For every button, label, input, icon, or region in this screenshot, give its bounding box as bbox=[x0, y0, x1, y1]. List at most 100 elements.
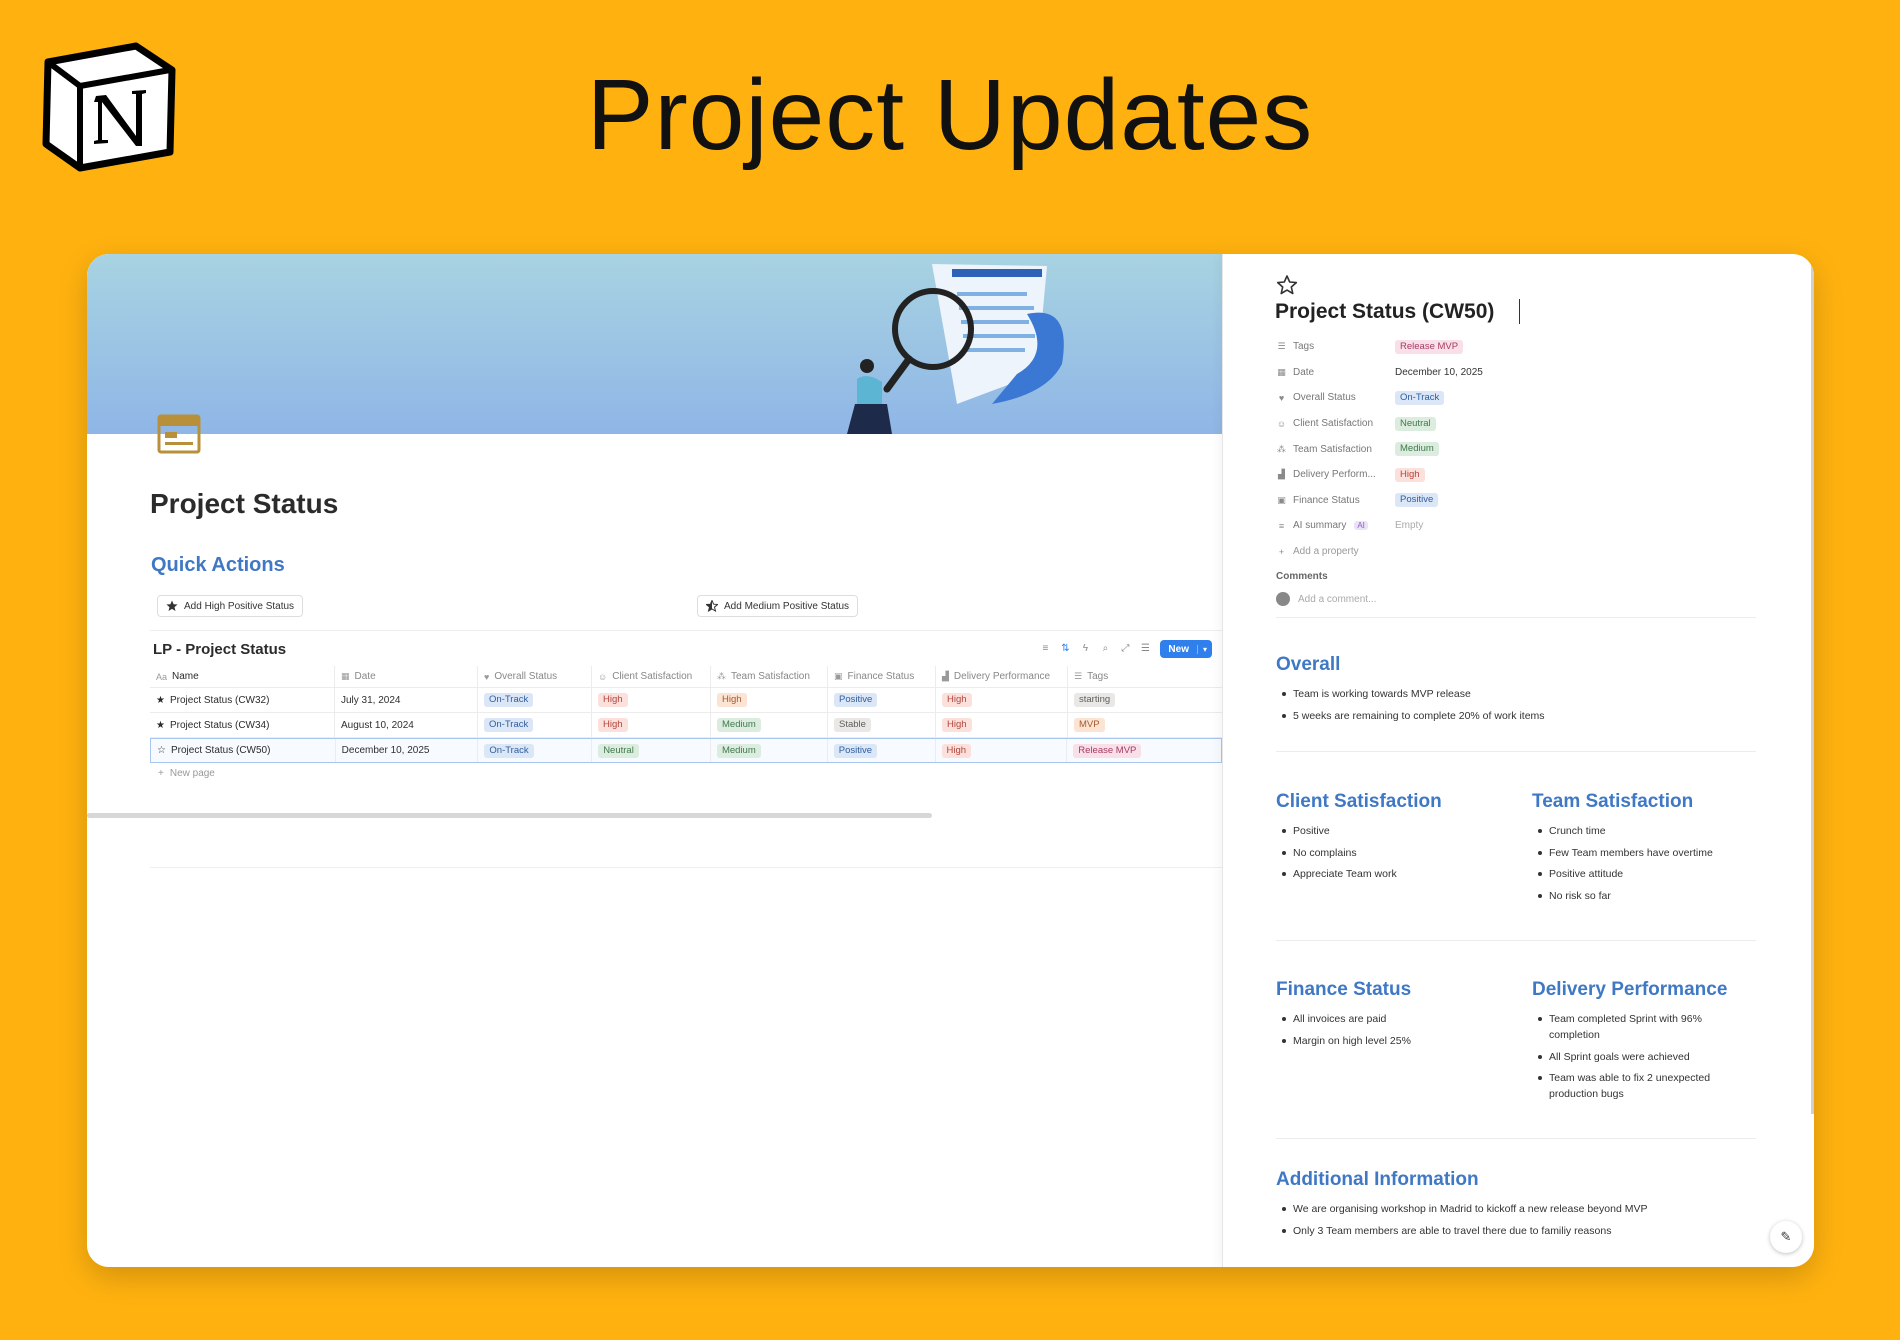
divider bbox=[1276, 751, 1756, 752]
star-half-icon bbox=[706, 600, 718, 612]
cell-overall[interactable]: On-Track bbox=[478, 713, 592, 737]
list-item: Crunch time bbox=[1532, 823, 1762, 839]
avatar bbox=[1276, 592, 1290, 606]
column-header-team[interactable]: ⁂ Team Satisfaction bbox=[711, 666, 828, 687]
new-button[interactable]: New ▾ bbox=[1160, 640, 1212, 658]
add-property-button[interactable]: + Add a property bbox=[1276, 539, 1756, 565]
property-ai-summary[interactable]: ≡ AI summary AI Empty bbox=[1276, 513, 1756, 539]
cell-delivery[interactable]: High bbox=[936, 739, 1068, 762]
cell-client[interactable]: High bbox=[592, 688, 711, 712]
status-pill: Neutral bbox=[1395, 416, 1436, 431]
overall-list: Team is working towards MVP release 5 we… bbox=[1276, 686, 1746, 729]
property-finance-status[interactable]: ▣ Finance Status Positive bbox=[1276, 488, 1756, 514]
smiley-icon: ☺ bbox=[598, 671, 608, 682]
search-icon[interactable]: ⌕ bbox=[1100, 644, 1110, 654]
ai-assistant-icon[interactable]: ✎ bbox=[1770, 1221, 1802, 1253]
add-medium-positive-button[interactable]: Add Medium Positive Status bbox=[697, 595, 859, 617]
column-header-delivery[interactable]: ▟ Delivery Performance bbox=[936, 666, 1068, 687]
chevron-down-icon[interactable]: ▾ bbox=[1196, 644, 1212, 654]
section-heading-overall: Overall bbox=[1276, 654, 1341, 675]
ai-badge: AI bbox=[1354, 521, 1368, 531]
property-team-satisfaction[interactable]: ⁂ Team Satisfaction Medium bbox=[1276, 436, 1756, 462]
sort-icon[interactable]: ⇅ bbox=[1060, 644, 1070, 654]
cell-team[interactable]: Medium bbox=[711, 739, 828, 762]
database-page: Project Status Quick Actions Add High Po… bbox=[87, 254, 1222, 1267]
status-pill: On-Track bbox=[484, 743, 534, 758]
cell-delivery[interactable]: High bbox=[936, 713, 1068, 737]
cell-date[interactable]: July 31, 2024 bbox=[335, 688, 478, 712]
horizontal-scrollbar[interactable] bbox=[87, 813, 932, 818]
database-title[interactable]: LP - Project Status bbox=[153, 641, 286, 658]
property-tags[interactable]: ☰ Tags Release MVP bbox=[1276, 334, 1756, 360]
cell-tags[interactable]: Release MVP bbox=[1067, 739, 1221, 762]
column-header-name[interactable]: Aa Name bbox=[150, 666, 335, 687]
cell-finance[interactable]: Positive bbox=[828, 739, 936, 762]
property-overall-status[interactable]: ♥ Overall Status On-Track bbox=[1276, 385, 1756, 411]
status-pill: High bbox=[942, 693, 972, 707]
automation-icon[interactable]: ϟ bbox=[1080, 644, 1090, 654]
page-cover[interactable] bbox=[87, 254, 1222, 434]
new-page-button[interactable]: + New page bbox=[158, 768, 215, 779]
settings-icon[interactable]: ☰ bbox=[1140, 644, 1150, 654]
comments-label: Comments bbox=[1276, 571, 1328, 582]
money-icon: ▣ bbox=[1277, 494, 1286, 505]
cell-overall[interactable]: On-Track bbox=[478, 739, 593, 762]
list-item: Appreciate Team work bbox=[1276, 866, 1496, 882]
star-half-icon: ☆ bbox=[157, 745, 166, 756]
list-item: Positive attitude bbox=[1532, 866, 1762, 882]
property-list: ☰ Tags Release MVP ▦ Date December 10, 202… bbox=[1276, 334, 1756, 564]
cell-date[interactable]: December 10, 2025 bbox=[336, 739, 479, 762]
property-date[interactable]: ▦ Date December 10, 2025 bbox=[1276, 360, 1756, 386]
database-table: Aa Name ▦ Date ♥ Overall Status ☺ Client Sat… bbox=[150, 666, 1222, 763]
cell-team[interactable]: Medium bbox=[711, 713, 828, 737]
expand-icon[interactable]: ⤢ bbox=[1120, 644, 1130, 654]
cell-finance[interactable]: Stable bbox=[828, 713, 936, 737]
comment-input[interactable]: Add a comment... bbox=[1276, 592, 1376, 606]
list-item: Team is working towards MVP release bbox=[1276, 686, 1746, 702]
page-layout-icon[interactable] bbox=[157, 414, 201, 454]
property-client-satisfaction[interactable]: ☺ Client Satisfaction Neutral bbox=[1276, 411, 1756, 437]
cell-date[interactable]: August 10, 2024 bbox=[335, 713, 478, 737]
status-pill: High bbox=[598, 718, 628, 732]
cell-client[interactable]: High bbox=[592, 713, 711, 737]
cell-name[interactable]: ★ Project Status (CW34) bbox=[150, 713, 335, 737]
filter-icon[interactable]: ≡ bbox=[1040, 644, 1050, 654]
cell-tags[interactable]: starting bbox=[1068, 688, 1222, 712]
column-header-date[interactable]: ▦ Date bbox=[335, 666, 478, 687]
column-header-overall[interactable]: ♥ Overall Status bbox=[478, 666, 592, 687]
cell-delivery[interactable]: High bbox=[936, 688, 1068, 712]
table-row[interactable]: ☆ Project Status (CW50) December 10, 2025… bbox=[150, 738, 1222, 763]
cell-team[interactable]: High bbox=[711, 688, 828, 712]
column-header-client[interactable]: ☺ Client Satisfaction bbox=[592, 666, 711, 687]
list-item: All invoices are paid bbox=[1276, 1011, 1496, 1027]
peek-title[interactable]: Project Status (CW50) bbox=[1275, 300, 1494, 324]
calendar-icon: ▦ bbox=[341, 671, 350, 681]
cell-overall[interactable]: On-Track bbox=[478, 688, 592, 712]
app-window: Project Status Quick Actions Add High Po… bbox=[87, 254, 1814, 1267]
table-row[interactable]: ★ Project Status (CW32) July 31, 2024 On-… bbox=[150, 688, 1222, 713]
cell-name[interactable]: ☆ Project Status (CW50) bbox=[151, 739, 336, 762]
text-icon: Aa bbox=[156, 671, 168, 682]
team-list: Crunch time Few Team members have overti… bbox=[1532, 823, 1762, 909]
text-cursor bbox=[1519, 299, 1520, 324]
list-icon: ☰ bbox=[1277, 341, 1286, 352]
additional-list: We are organising workshop in Madrid to … bbox=[1276, 1201, 1756, 1244]
table-row[interactable]: ★ Project Status (CW34) August 10, 2024 O… bbox=[150, 713, 1222, 738]
cell-client[interactable]: Neutral bbox=[592, 739, 711, 762]
star-outline-icon[interactable] bbox=[1276, 274, 1298, 296]
cell-tags[interactable]: MVP bbox=[1068, 713, 1222, 737]
column-header-finance[interactable]: ▣ Finance Status bbox=[828, 666, 936, 687]
status-pill: Positive bbox=[833, 743, 878, 758]
cell-finance[interactable]: Positive bbox=[828, 688, 936, 712]
section-heading-finance: Finance Status bbox=[1276, 979, 1412, 1000]
vertical-scrollbar[interactable] bbox=[1811, 254, 1814, 1114]
list-item: Few Team members have overtime bbox=[1532, 845, 1762, 861]
cell-name[interactable]: ★ Project Status (CW32) bbox=[150, 688, 335, 712]
add-high-positive-button[interactable]: Add High Positive Status bbox=[157, 595, 304, 617]
status-pill: Positive bbox=[1395, 493, 1439, 508]
divider bbox=[150, 867, 1222, 868]
property-delivery-performance[interactable]: ▟ Delivery Perform... High bbox=[1276, 462, 1756, 488]
column-header-tags[interactable]: ☰ Tags bbox=[1068, 666, 1222, 687]
list-item: Team was able to fix 2 unexpected produc… bbox=[1532, 1070, 1747, 1102]
divider bbox=[1276, 1138, 1756, 1139]
